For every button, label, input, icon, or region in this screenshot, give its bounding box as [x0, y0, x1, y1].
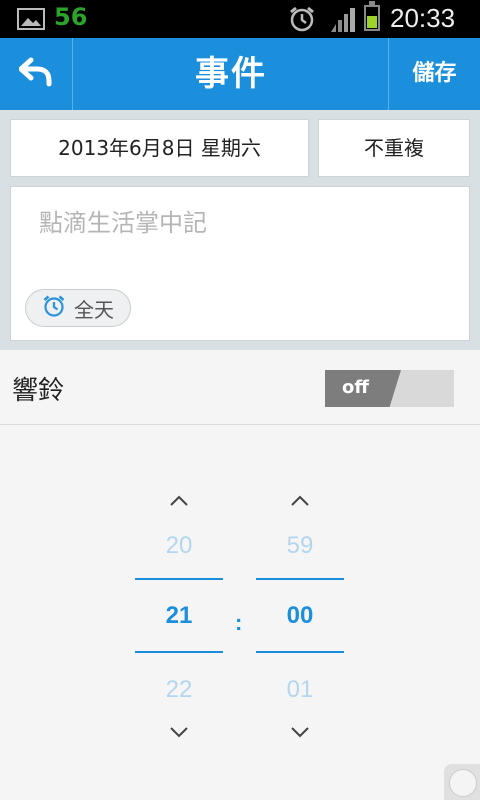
date-selector[interactable]: 2013年6月8日 星期六	[10, 119, 309, 177]
event-details: 2013年6月8日 星期六 不重複 點滴生活掌中記 全天	[0, 110, 480, 350]
page-title: 事件	[195, 54, 267, 94]
hour-prev[interactable]: 20	[135, 532, 223, 560]
minute-current[interactable]: 00	[256, 602, 344, 630]
save-button[interactable]: 儲存	[388, 38, 480, 110]
alarm-clock-icon	[42, 294, 66, 322]
alarm-label: 響鈴	[12, 376, 65, 406]
back-button[interactable]	[0, 38, 73, 110]
signal-icon	[329, 6, 357, 36]
minute-prev[interactable]: 59	[256, 532, 344, 560]
app-header: 事件 儲存	[0, 38, 480, 110]
all-day-button[interactable]: 全天	[25, 289, 131, 327]
hour-up-button[interactable]	[169, 492, 189, 511]
repeat-selector[interactable]: 不重複	[318, 119, 470, 177]
minute-divider-top	[256, 578, 344, 580]
minute-next[interactable]: 01	[256, 676, 344, 704]
toggle-state: off	[342, 377, 369, 398]
minute-divider-bottom	[256, 651, 344, 653]
battery-level	[367, 16, 377, 28]
status-bar: 56 20:33	[0, 0, 480, 38]
hour-divider-top	[135, 578, 223, 580]
notification-count: 56	[54, 3, 88, 31]
battery-icon	[364, 1, 380, 31]
minute-column[interactable]: 59 00 01	[256, 426, 344, 800]
minute-down-button[interactable]	[290, 723, 310, 742]
alarm-row: 響鈴 off	[0, 350, 480, 425]
hour-current[interactable]: 21	[135, 602, 223, 630]
alarm-icon	[288, 6, 316, 36]
picture-icon	[17, 8, 45, 30]
status-time: 20:33	[390, 3, 456, 33]
alarm-toggle[interactable]: off	[325, 370, 454, 407]
hour-divider-bottom	[135, 651, 223, 653]
note-input[interactable]: 點滴生活掌中記 全天	[10, 186, 470, 341]
note-placeholder: 點滴生活掌中記	[39, 209, 207, 237]
hour-next[interactable]: 22	[135, 676, 223, 704]
back-arrow-icon	[18, 57, 53, 91]
hour-column[interactable]: 20 21 22	[135, 426, 223, 800]
time-separator: :	[235, 610, 243, 635]
minute-up-button[interactable]	[290, 492, 310, 511]
hour-down-button[interactable]	[169, 723, 189, 742]
all-day-label: 全天	[74, 297, 114, 322]
floating-button[interactable]	[444, 764, 480, 800]
